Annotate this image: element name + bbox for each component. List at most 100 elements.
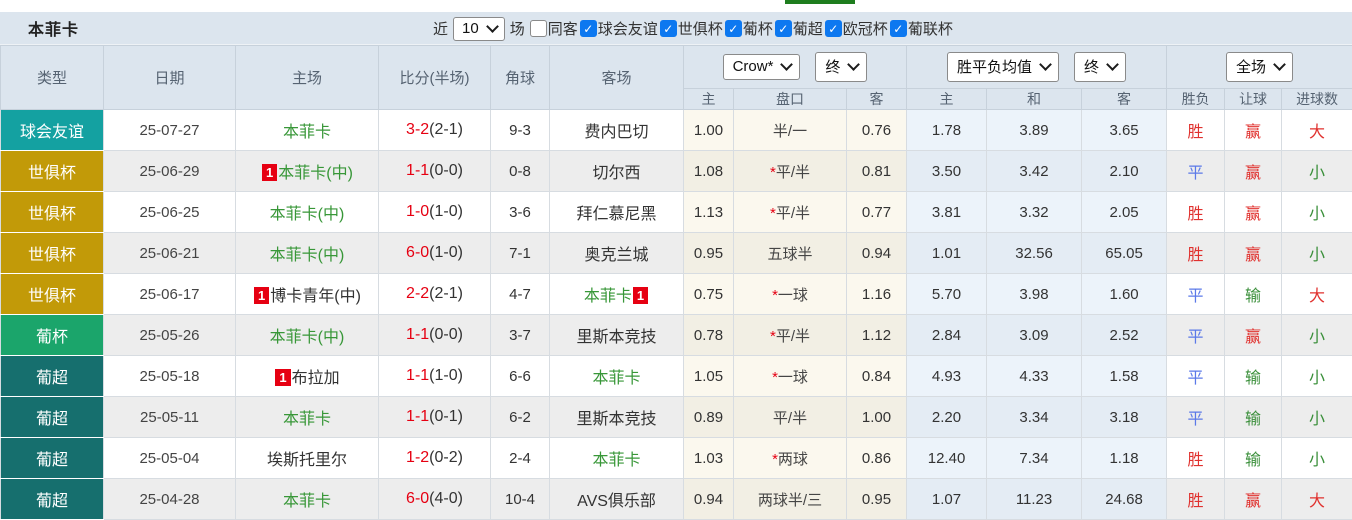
competition-badge: 球会友谊 xyxy=(1,110,104,151)
bookmaker-select-value: Crow* xyxy=(733,58,774,75)
col-header-date: 日期 xyxy=(104,46,236,110)
outcome-goals-cell: 小 xyxy=(1282,151,1352,192)
outcome-handicap-cell: 赢 xyxy=(1225,233,1282,274)
average-time-value: 终 xyxy=(1084,56,1099,77)
avg-home-odds-cell: 1.07 xyxy=(907,479,987,520)
checked-checkbox-icon[interactable]: ✓ xyxy=(825,20,842,37)
handicap-cell: *一球 xyxy=(734,356,847,397)
outcome-goals-cell: 大 xyxy=(1282,110,1352,151)
filter-item[interactable]: ✓欧冠杯 xyxy=(825,18,889,39)
outcome-winloss-cell: 胜 xyxy=(1167,438,1225,479)
sub-header-avg-draw: 和 xyxy=(987,89,1082,110)
filter-item[interactable]: ✓葡超 xyxy=(775,18,824,39)
crow-away-odds-cell: 0.77 xyxy=(847,192,907,233)
avg-away-odds-cell: 2.10 xyxy=(1082,151,1167,192)
team-name: 埃斯托里尔 xyxy=(267,452,347,469)
team-name: 本菲卡(中) xyxy=(270,329,345,346)
handicap-line: 一球 xyxy=(778,369,808,386)
crow-away-odds-cell: 0.94 xyxy=(847,233,907,274)
team-name: 本菲卡 xyxy=(592,370,640,387)
home-team-cell: 1布拉加 xyxy=(236,356,379,397)
team-title: 本菲卡 xyxy=(28,16,79,40)
red-number-badge: 1 xyxy=(254,287,269,304)
team-name: 本菲卡 xyxy=(283,124,331,141)
checked-checkbox-icon[interactable]: ✓ xyxy=(775,20,792,37)
filter-checkbox-label: 葡超 xyxy=(793,18,823,39)
avg-draw-odds-cell: 3.42 xyxy=(987,151,1082,192)
bookmaker-time-value: 终 xyxy=(825,56,840,77)
outcome-handicap-cell: 赢 xyxy=(1225,151,1282,192)
crow-away-odds-cell: 1.12 xyxy=(847,315,907,356)
checked-checkbox-icon[interactable]: ✓ xyxy=(890,20,907,37)
avg-home-odds-cell: 1.78 xyxy=(907,110,987,151)
table-row: 世俱杯25-06-291本菲卡(中)1-1(0-0)0-8切尔西1.08*平/半… xyxy=(1,151,1352,192)
period-select-value: 全场 xyxy=(1236,56,1266,77)
handicap-line: 平/半 xyxy=(773,410,807,427)
red-number-badge: 1 xyxy=(275,369,290,386)
sub-header-crow-home: 主 xyxy=(684,89,734,110)
crow-home-odds-cell: 1.00 xyxy=(684,110,734,151)
sub-header-avg-away: 客 xyxy=(1082,89,1167,110)
corners-cell: 2-4 xyxy=(491,438,550,479)
red-number-badge: 1 xyxy=(262,164,277,181)
handicap-cell: *平/半 xyxy=(734,151,847,192)
away-team-cell: 本菲卡 xyxy=(550,438,684,479)
period-select[interactable]: 全场 xyxy=(1226,52,1293,82)
away-team-cell: 里斯本竞技 xyxy=(550,397,684,438)
bookmaker-select[interactable]: Crow* xyxy=(723,54,801,80)
team-name: 本菲卡 xyxy=(283,411,331,428)
outcome-winloss-cell: 胜 xyxy=(1167,110,1225,151)
outcome-handicap-cell: 赢 xyxy=(1225,110,1282,151)
away-team-cell: 切尔西 xyxy=(550,151,684,192)
outcome-winloss-cell: 胜 xyxy=(1167,479,1225,520)
avg-away-odds-cell: 3.18 xyxy=(1082,397,1167,438)
avg-draw-odds-cell: 3.09 xyxy=(987,315,1082,356)
date-cell: 25-04-28 xyxy=(104,479,236,520)
filter-item[interactable]: ✓葡杯 xyxy=(725,18,774,39)
fulltime-score: 1-1 xyxy=(406,326,429,343)
col-header-score: 比分(半场) xyxy=(379,46,491,110)
competition-badge: 葡超 xyxy=(1,356,104,397)
home-team-cell: 1本菲卡(中) xyxy=(236,151,379,192)
away-team-cell: 里斯本竞技 xyxy=(550,315,684,356)
average-time-select[interactable]: 终 xyxy=(1074,52,1126,82)
bookmaker-time-select[interactable]: 终 xyxy=(815,52,867,82)
corners-cell: 7-1 xyxy=(491,233,550,274)
unchecked-checkbox-icon[interactable] xyxy=(530,20,547,37)
team-name: 布拉加 xyxy=(292,370,340,387)
team-name: 切尔西 xyxy=(592,165,640,182)
outcome-goals-cell: 大 xyxy=(1282,274,1352,315)
avg-away-odds-cell: 1.58 xyxy=(1082,356,1167,397)
checked-checkbox-icon[interactable]: ✓ xyxy=(660,20,677,37)
filter-item[interactable]: ✓葡联杯 xyxy=(890,18,954,39)
average-odds-select[interactable]: 胜平负均值 xyxy=(947,52,1059,82)
checked-checkbox-icon[interactable]: ✓ xyxy=(580,20,597,37)
recent-count-value: 10 xyxy=(462,20,479,37)
sub-header-crow-away: 客 xyxy=(847,89,907,110)
handicap-line: 五球半 xyxy=(767,246,812,263)
filter-item[interactable]: ✓世俱杯 xyxy=(660,18,724,39)
filter-checkbox-label: 世俱杯 xyxy=(678,18,723,39)
date-cell: 25-05-26 xyxy=(104,315,236,356)
filter-item[interactable]: ✓球会友谊 xyxy=(580,18,659,39)
avg-home-odds-cell: 2.20 xyxy=(907,397,987,438)
handicap-line: 平/半 xyxy=(776,164,810,181)
fulltime-score: 6-0 xyxy=(406,244,429,261)
fulltime-score: 6-0 xyxy=(406,490,429,507)
avg-home-odds-cell: 2.84 xyxy=(907,315,987,356)
score-cell: 6-0(1-0) xyxy=(379,233,491,274)
recent-count-select[interactable]: 10 xyxy=(453,17,505,41)
score-cell: 1-2(0-2) xyxy=(379,438,491,479)
outcome-winloss-cell: 平 xyxy=(1167,356,1225,397)
crow-home-odds-cell: 1.13 xyxy=(684,192,734,233)
outcome-winloss-cell: 平 xyxy=(1167,315,1225,356)
corners-cell: 4-7 xyxy=(491,274,550,315)
fulltime-score: 1-2 xyxy=(406,449,429,466)
competition-badge: 世俱杯 xyxy=(1,274,104,315)
halftime-score: (4-0) xyxy=(429,490,463,507)
filter-item[interactable]: 同客 xyxy=(530,18,579,39)
fulltime-score: 1-1 xyxy=(406,162,429,179)
handicap-cell: *两球 xyxy=(734,438,847,479)
halftime-score: (1-0) xyxy=(429,244,463,261)
checked-checkbox-icon[interactable]: ✓ xyxy=(725,20,742,37)
